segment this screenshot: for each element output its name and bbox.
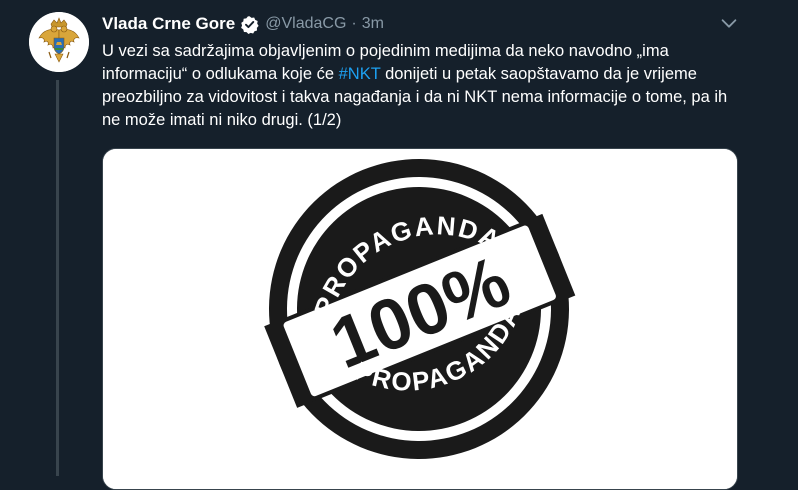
- tweet-header: Vlada Crne Gore @VladaCG · 3m: [102, 12, 384, 36]
- tweet-text: U vezi sa sadržajima objavljenim o pojed…: [102, 40, 742, 132]
- coat-of-arms-icon: [29, 12, 89, 72]
- verified-badge-icon: [240, 15, 259, 34]
- author-handle[interactable]: @VladaCG: [265, 15, 346, 33]
- chevron-down-icon[interactable]: [718, 12, 740, 34]
- separator-dot: ·: [351, 15, 357, 32]
- thread-line: [56, 80, 59, 476]
- tweet-timestamp[interactable]: 3m: [362, 15, 384, 33]
- author-name[interactable]: Vlada Crne Gore: [102, 14, 235, 34]
- tweet-media-image[interactable]: 100% PROPAGANDA PROPAGANDA: [102, 148, 738, 490]
- propaganda-stamp-image: 100% PROPAGANDA PROPAGANDA: [103, 149, 737, 489]
- avatar[interactable]: [29, 12, 89, 72]
- hashtag-link[interactable]: #NKT: [339, 65, 381, 83]
